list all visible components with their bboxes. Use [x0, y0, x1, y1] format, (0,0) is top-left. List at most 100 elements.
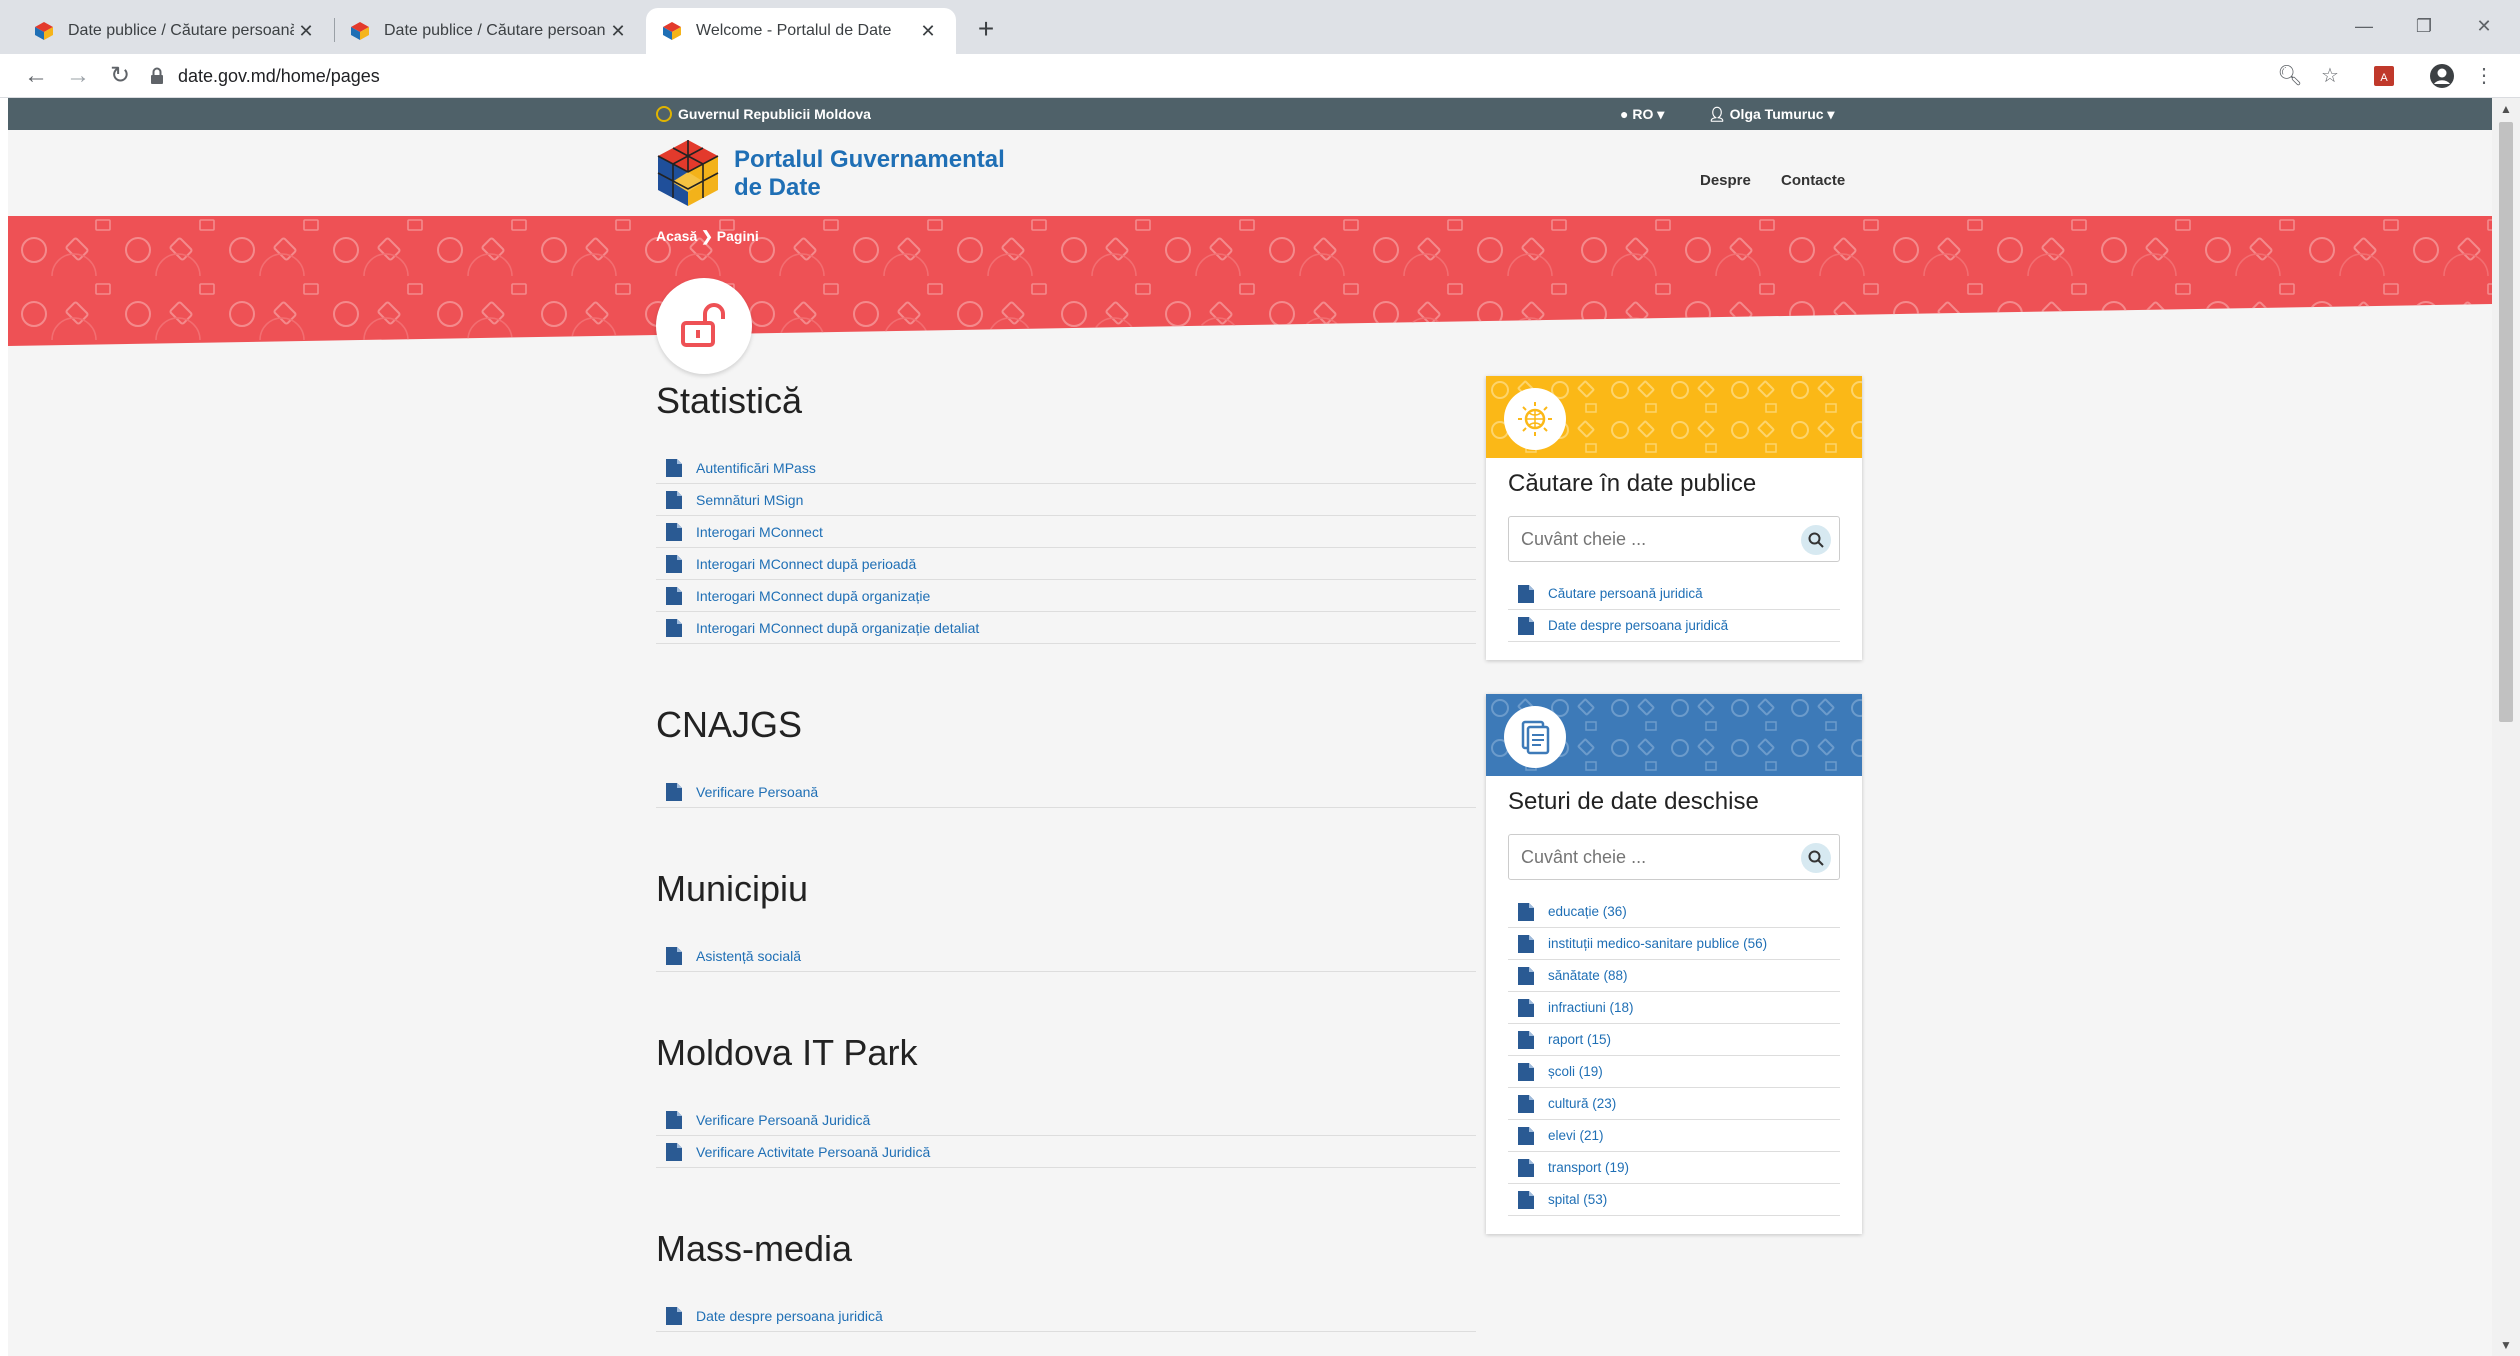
language-dropdown[interactable]: ● RO ▾ — [1620, 106, 1664, 123]
emblem-icon — [656, 106, 672, 122]
section-title: Statistică — [656, 380, 803, 421]
dataset-search-input[interactable] — [1509, 835, 1809, 879]
user-dropdown[interactable]: 👤︎ Olga Tumuruc ▾ — [1708, 106, 1834, 123]
list-item[interactable]: Semnături MSign — [656, 484, 1476, 516]
close-icon[interactable]: ✕ — [916, 21, 940, 42]
list-item[interactable]: Verificare Persoană Juridică — [656, 1104, 1476, 1136]
list-item[interactable]: educație (36) — [1508, 896, 1840, 928]
new-tab-button[interactable]: + — [968, 12, 1004, 48]
link-label[interactable]: raport (15) — [1548, 1032, 1611, 1047]
list-item[interactable]: infractiuni (18) — [1508, 992, 1840, 1024]
link-label[interactable]: spital (53) — [1548, 1192, 1607, 1207]
list-item[interactable]: Interogari MConnect după organizație — [656, 580, 1476, 612]
link-label[interactable]: transport (19) — [1548, 1160, 1629, 1175]
close-icon[interactable]: ✕ — [606, 21, 630, 42]
link-label[interactable]: infractiuni (18) — [1548, 1000, 1634, 1015]
link-label[interactable]: Interogari MConnect — [696, 524, 823, 540]
link-label[interactable]: cultură (23) — [1548, 1096, 1616, 1111]
window-close-icon[interactable]: ✕ — [2454, 6, 2514, 46]
back-arrow-icon[interactable]: ← — [18, 58, 54, 94]
list-item[interactable]: Interogari MConnect după organizație det… — [656, 612, 1476, 644]
link-label[interactable]: Date despre persoana juridică — [1548, 618, 1728, 633]
list-item[interactable]: Date despre persoana juridică — [1508, 610, 1840, 642]
search-button[interactable] — [1801, 843, 1831, 873]
government-link[interactable]: Guvernul Republicii Moldova — [656, 106, 871, 122]
link-label[interactable]: Verificare Activitate Persoană Juridică — [696, 1144, 930, 1160]
document-icon — [1518, 1030, 1534, 1049]
link-label[interactable]: Căutare persoană juridică — [1548, 586, 1703, 601]
browser-menu-icon[interactable]: ⋮ — [2466, 58, 2502, 94]
portal-logo-icon[interactable] — [656, 138, 720, 208]
zoom-icon[interactable]: 🔍︎ — [2272, 58, 2308, 94]
user-name: Olga Tumuruc — [1729, 106, 1824, 122]
document-icon — [666, 782, 682, 801]
documents-icon — [1521, 720, 1550, 755]
link-label[interactable]: Date despre persoana juridică — [696, 1308, 883, 1324]
keyword-search-input[interactable] — [1509, 517, 1809, 561]
nav-contacts-link[interactable]: Contacte — [1781, 172, 1845, 189]
site-title[interactable]: Portalul Guvernamental de Date — [734, 146, 1074, 202]
scrollbar-thumb[interactable] — [2499, 122, 2513, 722]
link-label[interactable]: școli (19) — [1548, 1064, 1603, 1079]
breadcrumb-home[interactable]: Acasă — [656, 228, 697, 244]
nav-about-link[interactable]: Despre — [1700, 172, 1751, 189]
link-label[interactable]: Interogari MConnect după perioadă — [696, 556, 916, 572]
list-item[interactable]: sănătate (88) — [1508, 960, 1840, 992]
pdf-extension-icon[interactable]: A — [2366, 58, 2402, 94]
restore-icon[interactable]: ❐ — [2394, 6, 2454, 46]
list-item[interactable]: Asistență socială — [656, 940, 1476, 972]
open-datasets-widget: Seturi de date deschise educație (36) in… — [1486, 694, 1862, 1234]
minimize-icon[interactable]: — — [2334, 6, 2394, 46]
scroll-down-icon[interactable]: ▼ — [2492, 1338, 2520, 1352]
search-icon — [1808, 850, 1824, 866]
document-icon — [666, 1306, 682, 1325]
link-label[interactable]: elevi (21) — [1548, 1128, 1604, 1143]
link-label[interactable]: Verificare Persoană Juridică — [696, 1112, 870, 1128]
reload-icon[interactable]: ↻ — [102, 58, 138, 94]
section-title: Moldova IT Park — [656, 1032, 918, 1073]
link-label[interactable]: Verificare Persoană — [696, 784, 818, 800]
document-icon — [1518, 1190, 1534, 1209]
breadcrumb: Acasă ❯ Pagini — [656, 228, 759, 245]
list-item[interactable]: Verificare Activitate Persoană Juridică — [656, 1136, 1476, 1168]
list-item[interactable]: transport (19) — [1508, 1152, 1840, 1184]
link-label[interactable]: Semnături MSign — [696, 492, 803, 508]
bookmark-star-icon[interactable]: ☆ — [2312, 58, 2348, 94]
list-item[interactable]: școli (19) — [1508, 1056, 1840, 1088]
list-item[interactable]: elevi (21) — [1508, 1120, 1840, 1152]
public-data-search-widget: Căutare în date publice Căutare persoană… — [1486, 376, 1862, 660]
address-bar[interactable]: date.gov.md/home/pages — [150, 58, 2250, 94]
list-item[interactable]: Date despre persoana juridică — [656, 1300, 1476, 1332]
section-municipiu: Municipiu Asistență socială — [656, 866, 1476, 972]
link-label[interactable]: Asistență socială — [696, 948, 801, 964]
list-item[interactable]: cultură (23) — [1508, 1088, 1840, 1120]
link-label[interactable]: Autentificări MPass — [696, 460, 816, 476]
page-scrollbar[interactable]: ▲ ▼ — [2492, 98, 2520, 1356]
widget-badge — [1504, 706, 1566, 768]
list-item[interactable]: Verificare Persoană — [656, 776, 1476, 808]
browser-tab-2[interactable]: Date publice / Căutare persoană ✕ — [334, 8, 646, 54]
list-item[interactable]: Interogari MConnect — [656, 516, 1476, 548]
list-item[interactable]: spital (53) — [1508, 1184, 1840, 1216]
link-label[interactable]: Interogari MConnect după organizație det… — [696, 620, 979, 636]
list-item[interactable]: raport (15) — [1508, 1024, 1840, 1056]
search-button[interactable] — [1801, 525, 1831, 555]
scroll-up-icon[interactable]: ▲ — [2492, 102, 2520, 116]
list-item[interactable]: instituții medico-sanitare publice (56) — [1508, 928, 1840, 960]
forward-arrow-icon[interactable]: → — [60, 58, 96, 94]
list-item[interactable]: Autentificări MPass — [656, 452, 1476, 484]
list-item[interactable]: Interogari MConnect după perioadă — [656, 548, 1476, 580]
link-label[interactable]: educație (36) — [1548, 904, 1627, 919]
browser-tab-1[interactable]: Date publice / Căutare persoană ✕ — [18, 8, 334, 54]
list-item[interactable]: Căutare persoană juridică — [1508, 578, 1840, 610]
section-mass-media: Mass-media Date despre persoana juridică — [656, 1226, 1476, 1332]
link-label[interactable]: instituții medico-sanitare publice (56) — [1548, 936, 1767, 951]
profile-avatar-icon[interactable] — [2424, 58, 2460, 94]
browser-tab-3[interactable]: Welcome - Portalul de Date ✕ — [646, 8, 956, 54]
close-icon[interactable]: ✕ — [294, 21, 318, 42]
link-label[interactable]: sănătate (88) — [1548, 968, 1628, 983]
link-label[interactable]: Interogari MConnect după organizație — [696, 588, 930, 604]
document-icon — [666, 522, 682, 541]
link-list: Autentificări MPass Semnături MSign Inte… — [656, 452, 1476, 644]
language-label: RO — [1632, 106, 1654, 122]
